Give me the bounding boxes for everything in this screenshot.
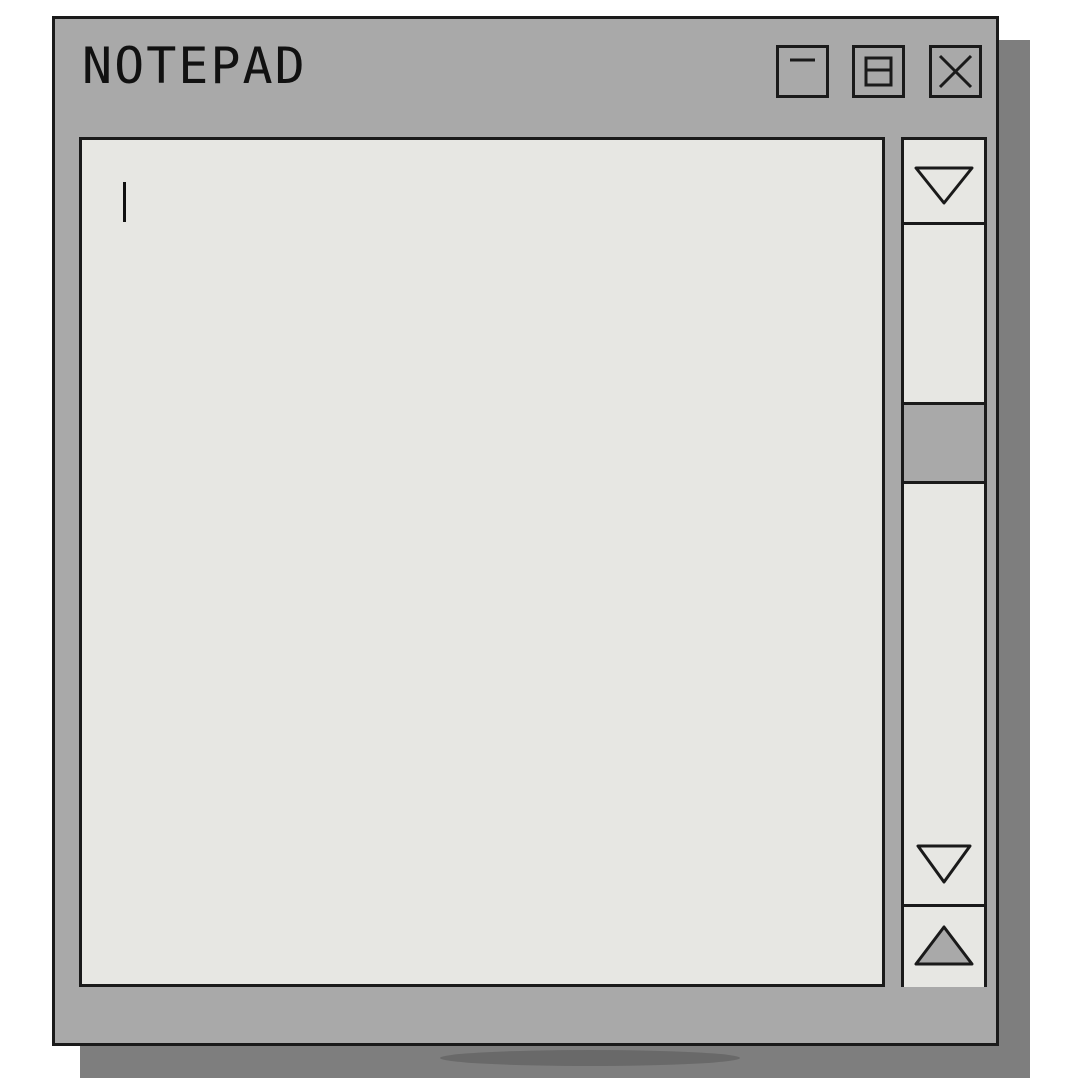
close-button[interactable]	[929, 45, 982, 98]
maximize-button[interactable]	[852, 45, 905, 98]
text-caret	[123, 182, 126, 222]
scroll-down-button[interactable]	[904, 904, 984, 987]
triangle-up-icon	[914, 925, 974, 966]
window-title: NOTEPAD	[82, 37, 307, 95]
minimize-icon	[790, 58, 815, 62]
restore-icon	[864, 56, 893, 87]
minimize-button[interactable]	[776, 45, 829, 98]
text-editor[interactable]	[79, 137, 885, 987]
window-drop-shadow	[440, 1050, 740, 1066]
close-icon	[938, 54, 973, 89]
vertical-scrollbar[interactable]	[901, 137, 987, 987]
triangle-down-icon	[916, 842, 972, 886]
scrollbar-thumb[interactable]	[904, 402, 984, 484]
notepad-window: NOTEPAD	[52, 16, 999, 1046]
scroll-up-button[interactable]	[904, 140, 984, 225]
triangle-down-icon	[914, 166, 974, 205]
